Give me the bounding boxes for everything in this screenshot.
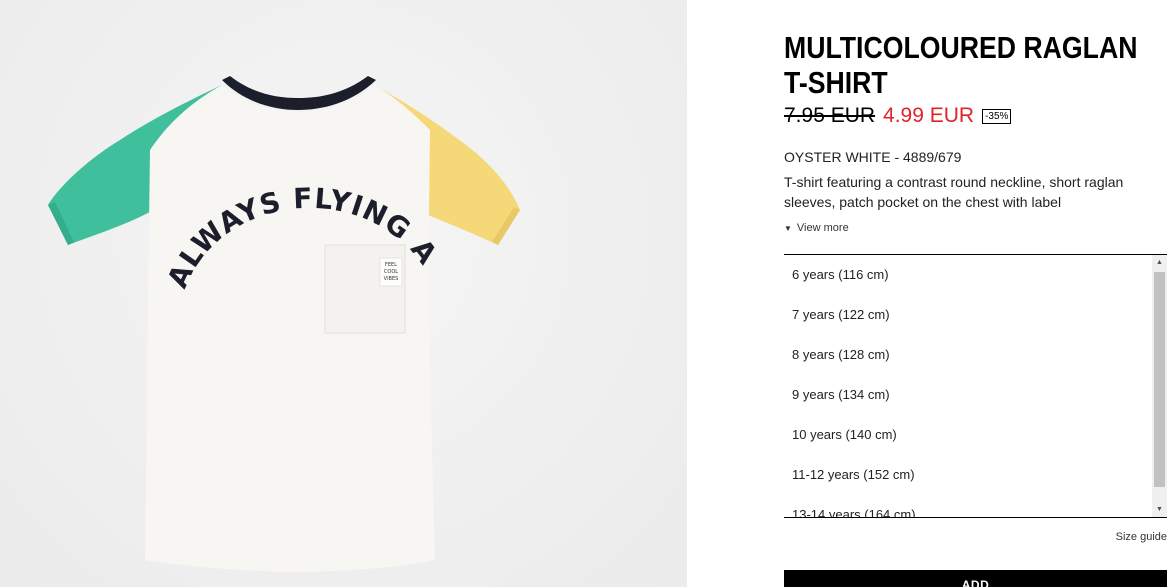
size-option[interactable]: 8 years (128 cm): [784, 335, 1167, 375]
size-option[interactable]: 7 years (122 cm): [784, 295, 1167, 335]
product-description: T-shirt featuring a contrast round neckl…: [784, 174, 1124, 210]
price-row: 7.95 EUR 4.99 EUR -35%: [784, 103, 1012, 129]
color-reference: OYSTER WHITE - 4889/679: [784, 149, 962, 165]
size-option[interactable]: 9 years (134 cm): [784, 375, 1167, 415]
product-image[interactable]: ALWAYS FLYING AROUND FEEL COOL VIBES: [0, 0, 687, 587]
caret-down-icon: ▼: [784, 223, 792, 233]
discount-badge: -35%: [982, 108, 1012, 124]
scroll-down-arrow-icon[interactable]: ▼: [1152, 502, 1167, 517]
size-option[interactable]: 10 years (140 cm): [784, 415, 1167, 455]
view-more-link[interactable]: ▼ View more: [784, 222, 849, 234]
add-to-cart-button[interactable]: ADD: [784, 570, 1167, 587]
size-items: 6 years (116 cm) 7 years (122 cm) 8 years …: [784, 255, 1167, 517]
svg-text:COOL: COOL: [384, 269, 398, 275]
size-option[interactable]: 11-12 years (152 cm): [784, 455, 1167, 495]
svg-text:VIBES: VIBES: [384, 276, 399, 282]
scroll-up-arrow-icon[interactable]: ▲: [1152, 255, 1167, 270]
old-price: 7.95 EUR: [784, 104, 876, 127]
scrollbar[interactable]: ▲ ▼: [1152, 255, 1167, 517]
product-info-panel: MULTICOLOURED RAGLAN T-SHIRT 7.95 EUR 4.…: [784, 0, 1167, 587]
size-option[interactable]: 6 years (116 cm): [784, 255, 1167, 295]
view-more-label: View more: [796, 222, 849, 234]
scroll-thumb[interactable]: [1154, 272, 1165, 487]
size-option[interactable]: 13-14 years (164 cm): [784, 495, 1167, 517]
size-guide-link[interactable]: Size guide: [1116, 531, 1167, 543]
product-title: MULTICOLOURED RAGLAN T-SHIRT: [784, 30, 1138, 100]
size-list[interactable]: 6 years (116 cm) 7 years (122 cm) 8 years …: [784, 254, 1167, 518]
svg-text:FEEL: FEEL: [385, 262, 397, 268]
sale-price: 4.99 EUR: [883, 104, 975, 127]
tshirt-illustration: ALWAYS FLYING AROUND FEEL COOL VIBES: [0, 0, 520, 572]
